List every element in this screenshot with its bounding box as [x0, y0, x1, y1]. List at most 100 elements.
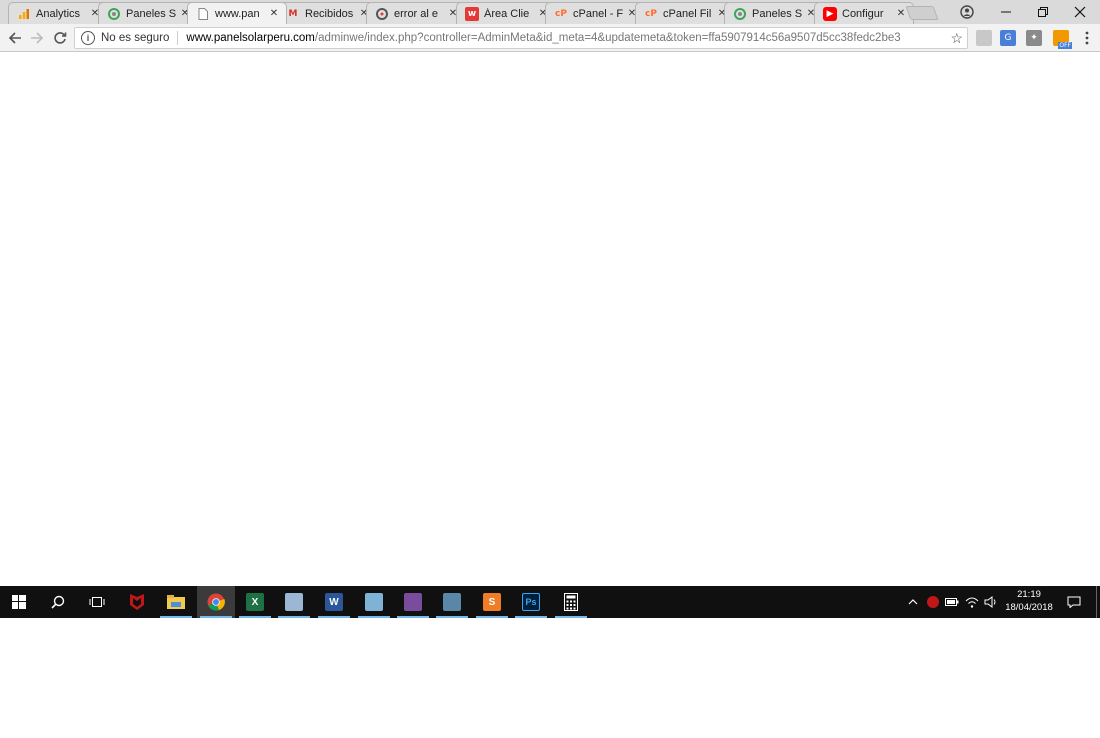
notepad-icon — [365, 593, 383, 611]
close-window-button[interactable] — [1061, 0, 1099, 24]
browser-toolbar: i No es seguro www.panelsolarperu.com/ad… — [0, 24, 1100, 52]
taskbar-app-screenshot[interactable] — [433, 586, 471, 618]
browser-tab[interactable]: www.pan ✕ — [187, 2, 287, 24]
file-explorer-icon — [167, 593, 185, 611]
wifi-icon[interactable] — [963, 586, 981, 618]
mcafee-tray-icon[interactable] — [924, 586, 942, 618]
browser-tab[interactable]: M Recibidos ✕ — [277, 2, 377, 24]
forward-button[interactable] — [26, 27, 48, 49]
running-indicator — [476, 616, 508, 618]
tab-title: Paneles S — [126, 7, 177, 20]
tab-strip: Analytics ✕ Paneles S ✕ www.pan ✕ M Recibidos ✕ e… — [0, 0, 1100, 24]
bookmark-star-icon[interactable]: ☆ — [950, 30, 963, 47]
start-button[interactable] — [0, 586, 38, 618]
running-indicator — [278, 616, 310, 618]
show-desktop-button[interactable] — [1096, 586, 1100, 618]
taskbar-app-word[interactable]: W — [315, 586, 353, 618]
browser-tab[interactable]: error al e ✕ — [366, 2, 466, 24]
winrar-icon — [404, 593, 422, 611]
tab-title: cPanel - F — [573, 7, 624, 20]
browser-tab[interactable]: cP cPanel - F ✕ — [545, 2, 645, 24]
menu-kebab-icon[interactable] — [1076, 27, 1098, 49]
profile-icon[interactable] — [948, 0, 986, 24]
url-host[interactable]: www.panelsolarperu.com — [186, 32, 314, 44]
taskbar-app-calculator[interactable] — [552, 586, 590, 618]
running-indicator — [397, 616, 429, 618]
back-button[interactable] — [4, 27, 26, 49]
info-icon[interactable]: i — [81, 31, 95, 45]
extension-off-icon[interactable]: OFF — [1053, 30, 1072, 49]
taskbar-app-paint[interactable] — [275, 586, 313, 618]
page-icon — [196, 7, 210, 21]
extension-off-badge: OFF — [1058, 42, 1072, 49]
tab-title: Analytics — [36, 7, 81, 20]
tab-title: Paneles S — [752, 7, 803, 20]
tab-title: Configur — [842, 7, 884, 20]
tab-title: www.pan — [215, 7, 260, 20]
battery-icon[interactable] — [943, 586, 961, 618]
google-icon — [375, 7, 389, 21]
taskbar-app-notepad[interactable] — [355, 586, 393, 618]
taskbar-app-sublime-text[interactable]: S — [473, 586, 511, 618]
taskbar-app-winrar[interactable] — [394, 586, 432, 618]
extension-puzzle-icon[interactable]: ✦ — [1026, 30, 1042, 46]
tab-title: error al e — [394, 7, 439, 20]
running-indicator — [200, 616, 232, 618]
url-path[interactable]: /adminwe/index.php?controller=AdminMeta&… — [315, 32, 901, 44]
word-icon: W — [325, 593, 343, 611]
minimize-button[interactable] — [987, 0, 1025, 24]
analytics-icon — [17, 7, 31, 21]
running-indicator — [515, 616, 547, 618]
system-clock[interactable]: 21:19 18/04/2018 — [1000, 588, 1058, 616]
browser-tab[interactable]: w Área Clie ✕ — [456, 2, 556, 24]
taskbar-app-excel[interactable]: X — [236, 586, 274, 618]
cpanel-icon: cP — [645, 8, 657, 19]
taskbar-app-mcafee[interactable] — [118, 586, 156, 618]
w-logo-icon: w — [465, 6, 479, 21]
running-indicator — [318, 616, 350, 618]
browser-tab[interactable]: Paneles S ✕ — [98, 2, 198, 24]
task-view-icon[interactable] — [78, 586, 116, 618]
youtube-icon: ▶ — [823, 6, 837, 21]
mcafee-icon — [128, 593, 146, 611]
running-indicator — [436, 616, 468, 618]
calculator-icon — [562, 593, 580, 611]
page-content — [0, 53, 1100, 586]
gmail-icon: M — [288, 8, 298, 19]
tab-title: Recibidos — [305, 7, 354, 20]
browser-tab[interactable]: Analytics ✕ — [8, 2, 108, 24]
sublime-text-icon: S — [483, 593, 501, 611]
notifications-icon[interactable] — [1062, 586, 1086, 618]
restore-button[interactable] — [1024, 0, 1062, 24]
taskbar-app-file-explorer[interactable] — [157, 586, 195, 618]
paint-icon — [285, 593, 303, 611]
running-indicator — [358, 616, 390, 618]
windows-taskbar: X W S Ps 21:19 18/04/2018 — [0, 586, 1100, 618]
taskbar-app-photoshop[interactable]: Ps — [512, 586, 550, 618]
extension-grey-icon[interactable] — [976, 30, 992, 46]
photoshop-icon: Ps — [522, 593, 540, 611]
tab-title: Área Clie — [484, 7, 530, 20]
taskbar-app-chrome[interactable] — [197, 586, 235, 618]
new-tab-button[interactable] — [905, 6, 939, 20]
clock-date: 18/04/2018 — [1005, 602, 1053, 613]
tab-close-icon[interactable]: ✕ — [268, 8, 280, 19]
chrome-icon — [207, 593, 225, 611]
browser-tab[interactable]: Paneles S ✕ — [724, 2, 824, 24]
address-bar[interactable]: i No es seguro www.panelsolarperu.com/ad… — [74, 27, 968, 49]
show-hidden-icons[interactable] — [904, 586, 922, 618]
cpanel-icon: cP — [555, 8, 567, 19]
tab-title: cPanel Fil — [663, 7, 712, 20]
clock-time: 21:19 — [1017, 589, 1041, 600]
browser-tab[interactable]: cP cPanel Fil ✕ — [635, 2, 735, 24]
google-translate-icon[interactable]: G — [1000, 30, 1016, 46]
reload-button[interactable] — [49, 27, 71, 49]
panel-solar-icon — [107, 7, 121, 21]
browser-tab[interactable]: ▶ Configur ✕ — [814, 2, 914, 24]
search-icon[interactable] — [39, 586, 77, 618]
panel-solar-icon — [733, 7, 747, 21]
tab-close-icon[interactable]: ✕ — [895, 8, 907, 19]
volume-icon[interactable] — [982, 586, 1000, 618]
security-label[interactable]: No es seguro — [101, 32, 169, 44]
running-indicator — [555, 616, 587, 618]
